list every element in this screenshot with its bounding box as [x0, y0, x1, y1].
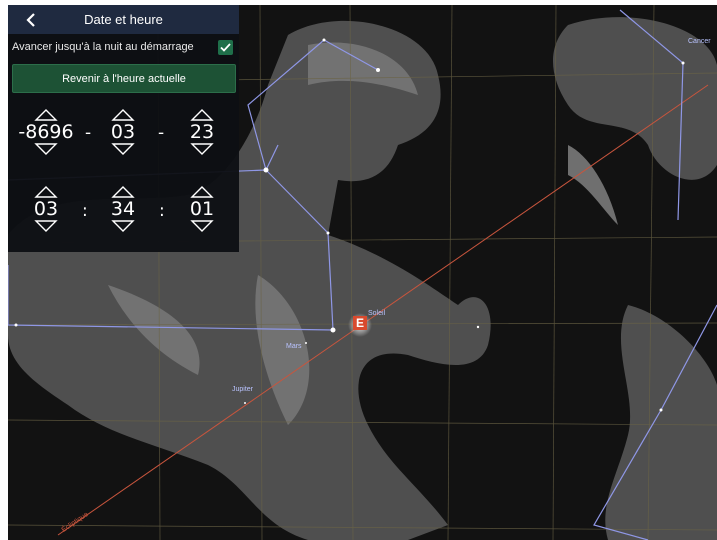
panel-title: Date et heure — [84, 12, 163, 27]
auto-night-checkbox[interactable] — [218, 40, 233, 55]
day-up-arrow-icon[interactable] — [190, 109, 214, 121]
time-separator-1: : — [82, 201, 88, 221]
hour-spinner: 03 — [16, 186, 76, 232]
minute-down-arrow-icon[interactable] — [111, 220, 135, 232]
east-marker-icon: E — [355, 316, 364, 330]
auto-night-row[interactable]: Avancer jusqu'à la nuit au démarrage — [8, 37, 239, 59]
panel-header: Date et heure — [8, 5, 239, 34]
year-down-arrow-icon[interactable] — [34, 143, 58, 155]
day-spinner: 23 — [172, 109, 232, 155]
checkmark-icon — [220, 43, 231, 52]
reset-time-button[interactable]: Revenir à l'heure actuelle — [12, 64, 236, 93]
sun-label[interactable]: Soleil — [368, 310, 385, 317]
jupiter-label[interactable]: Jupiter — [232, 386, 253, 393]
date-separator-1: - — [85, 123, 92, 143]
east-marker[interactable]: E — [353, 316, 367, 330]
cancer-label: Cancer — [688, 38, 711, 45]
month-spinner: 03 — [93, 109, 153, 155]
auto-night-label: Avancer jusqu'à la nuit au démarrage — [12, 41, 194, 53]
hour-up-arrow-icon[interactable] — [34, 186, 58, 198]
minute-spinner: 34 — [93, 186, 153, 232]
minute-value[interactable]: 34 — [93, 198, 153, 220]
month-value[interactable]: 03 — [93, 121, 153, 143]
second-spinner: 01 — [172, 186, 232, 232]
time-separator-2: : — [159, 201, 165, 221]
second-value[interactable]: 01 — [172, 198, 232, 220]
month-up-arrow-icon[interactable] — [111, 109, 135, 121]
day-down-arrow-icon[interactable] — [190, 143, 214, 155]
hour-down-arrow-icon[interactable] — [34, 220, 58, 232]
month-down-arrow-icon[interactable] — [111, 143, 135, 155]
second-up-arrow-icon[interactable] — [190, 186, 214, 198]
year-up-arrow-icon[interactable] — [34, 109, 58, 121]
date-time-panel: Date et heure Avancer jusqu'à la nuit au… — [8, 5, 239, 252]
year-value[interactable]: -8696 — [16, 121, 76, 143]
second-down-arrow-icon[interactable] — [190, 220, 214, 232]
minute-up-arrow-icon[interactable] — [111, 186, 135, 198]
day-value[interactable]: 23 — [172, 121, 232, 143]
date-separator-2: - — [158, 123, 165, 143]
mars-label[interactable]: Mars — [286, 343, 302, 350]
hour-value[interactable]: 03 — [16, 198, 76, 220]
year-spinner: -8696 — [16, 109, 76, 155]
